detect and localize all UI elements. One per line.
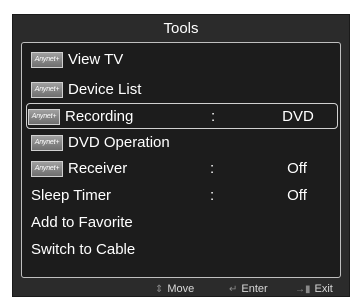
menu-item-label: Sleep Timer: [31, 187, 112, 204]
enter-hint: ↵ Enter: [229, 281, 268, 298]
anynet-logo-icon: Anynet+: [31, 161, 63, 177]
updown-arrow-icon: ⇕: [155, 284, 164, 295]
menu-item-value: DVD: [282, 108, 314, 125]
menu-item-value: Off: [287, 160, 307, 177]
separator-colon: :: [210, 187, 215, 204]
menu-title: Tools: [163, 20, 199, 37]
menu-item-switch-to-cable[interactable]: Switch to Cable: [30, 237, 340, 263]
menu-item-label: Receiver: [68, 160, 128, 177]
menu-item-recording[interactable]: Anynet+ Recording : DVD: [26, 103, 338, 129]
anynet-logo-icon: Anynet+: [31, 135, 63, 151]
menu-item-dvd-operation[interactable]: Anynet+ DVD Operation: [30, 130, 340, 156]
menu-item-label: Device List: [68, 81, 142, 98]
menu-item-value: Off: [287, 187, 307, 204]
exit-hint: →▮ Exit: [295, 281, 333, 298]
enter-icon: ↵: [229, 284, 238, 295]
anynet-logo-icon: Anynet+: [31, 52, 63, 68]
menu-item-label: Recording: [65, 108, 134, 125]
menu-item-label: Switch to Cable: [31, 241, 136, 258]
anynet-logo-icon: Anynet+: [31, 82, 63, 98]
menu-item-device-list[interactable]: Anynet+ Device List: [30, 77, 340, 103]
menu-item-view-tv[interactable]: Anynet+ View TV: [30, 47, 340, 73]
enter-label: Enter: [241, 283, 268, 295]
move-hint: ⇕ Move: [155, 281, 194, 298]
menu-item-add-to-favorite[interactable]: Add to Favorite: [30, 210, 340, 236]
separator-colon: :: [211, 108, 216, 125]
anynet-logo-icon: Anynet+: [28, 109, 60, 125]
menu-item-receiver[interactable]: Anynet+ Receiver : Off: [30, 156, 340, 182]
menu-item-label: Add to Favorite: [31, 214, 133, 231]
menu-footer: ⇕ Move ↵ Enter →▮ Exit: [13, 281, 349, 297]
exit-icon: →▮: [295, 284, 311, 295]
menu-item-label: View TV: [68, 51, 124, 68]
separator-colon: :: [210, 160, 215, 177]
move-label: Move: [167, 283, 195, 295]
menu-panel: Anynet+ View TV Anynet+ Device List Anyn…: [21, 42, 341, 278]
tools-menu-window: Tools Anynet+ View TV Anynet+ Device Lis…: [12, 14, 350, 297]
menu-item-label: DVD Operation: [68, 134, 170, 151]
menu-item-sleep-timer[interactable]: Sleep Timer : Off: [30, 183, 340, 209]
exit-label: Exit: [314, 283, 333, 295]
